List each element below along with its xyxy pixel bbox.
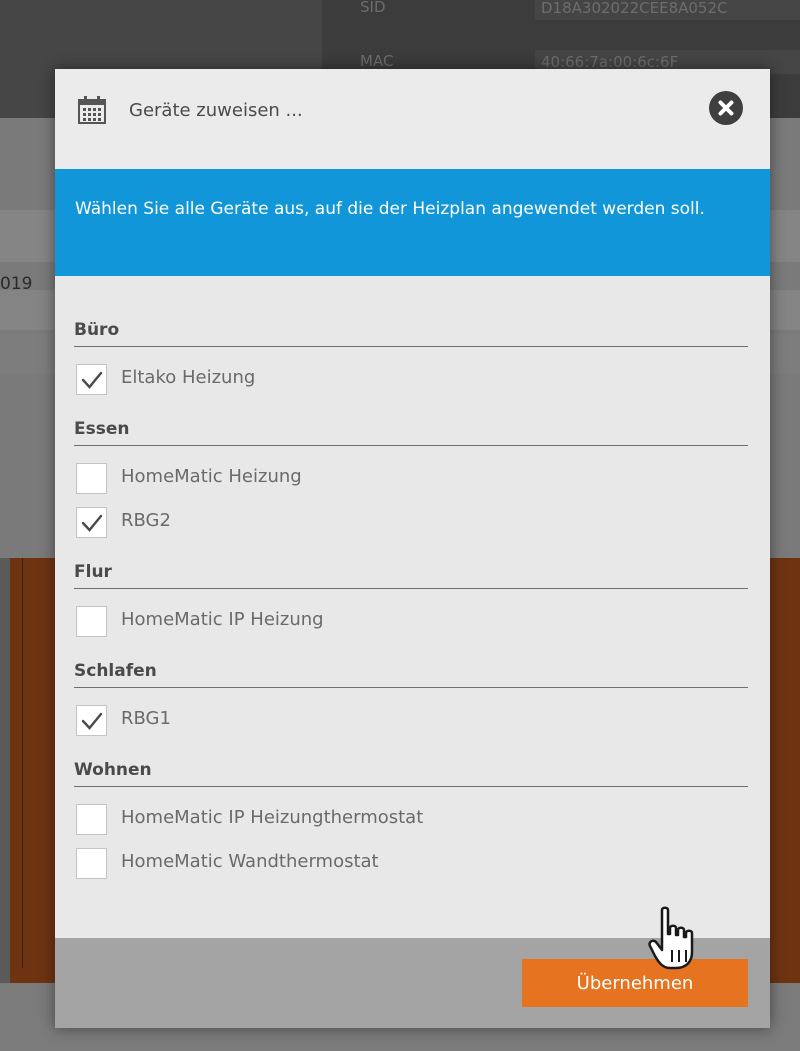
checkmark-icon xyxy=(81,514,103,532)
device-checkbox[interactable] xyxy=(76,606,107,637)
instruction-banner: Wählen Sie alle Geräte aus, auf die der … xyxy=(55,169,770,276)
group-heading-wohnen: Wohnen xyxy=(74,760,748,787)
dialog-header: Geräte zuweisen ... xyxy=(55,69,770,169)
device-checkbox[interactable] xyxy=(76,507,107,538)
device-checkbox[interactable] xyxy=(76,364,107,395)
hand-pointer-icon xyxy=(648,906,694,970)
device-checkbox[interactable] xyxy=(76,804,107,835)
dialog-title: Geräte zuweisen ... xyxy=(129,100,303,121)
device-label: HomeMatic Heizung xyxy=(121,466,302,487)
device-label: RBG2 xyxy=(121,510,171,531)
background-info-label: MAC xyxy=(360,52,394,70)
checkmark-icon xyxy=(81,712,103,730)
device-checkbox[interactable] xyxy=(76,848,107,879)
background-date-fragment: 019 xyxy=(0,274,33,294)
apply-button[interactable]: Übernehmen xyxy=(522,959,748,1007)
background-info-label: SID xyxy=(360,0,386,16)
group-heading-flur: Flur xyxy=(74,562,748,589)
group-heading-schlafen: Schlafen xyxy=(74,661,748,688)
group-heading-buero: Büro xyxy=(74,320,748,347)
device-label: RBG1 xyxy=(121,708,171,729)
close-button[interactable] xyxy=(709,91,743,125)
calendar-icon xyxy=(78,96,106,124)
device-label: Eltako Heizung xyxy=(121,367,256,388)
device-label: HomeMatic IP Heizung xyxy=(121,609,324,630)
device-checkbox[interactable] xyxy=(76,705,107,736)
background-info-value: D18A302022CEE8A052C xyxy=(535,0,800,20)
group-heading-essen: Essen xyxy=(74,419,748,446)
device-label: HomeMatic Wandthermostat xyxy=(121,851,379,872)
device-checkbox[interactable] xyxy=(76,463,107,494)
background-chart-gridline xyxy=(22,558,23,968)
assign-devices-dialog: Geräte zuweisen ... Wählen Sie alle Gerä… xyxy=(55,69,770,1028)
checkmark-icon xyxy=(81,371,103,389)
close-icon xyxy=(718,100,734,116)
device-list: Büro Eltako Heizung Essen HomeMatic Heiz… xyxy=(55,276,770,938)
device-label: HomeMatic IP Heizungthermostat xyxy=(121,807,424,828)
